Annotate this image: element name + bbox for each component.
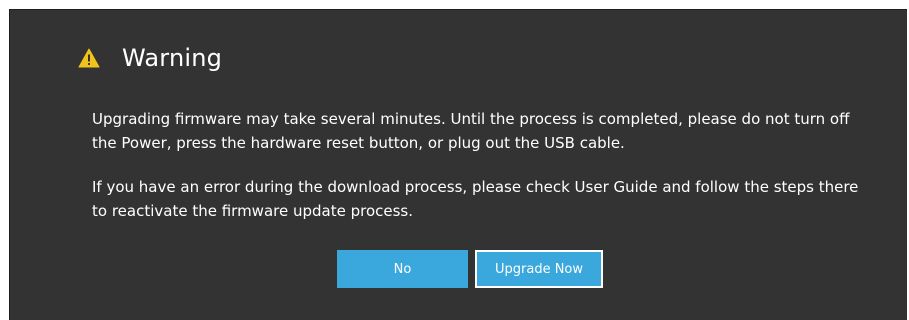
- dialog-header: Warning: [78, 44, 222, 72]
- message-paragraph-2: If you have an error during the download…: [92, 178, 859, 220]
- dialog-message: Upgrading firmware may take several minu…: [92, 107, 872, 243]
- message-paragraph-1: Upgrading firmware may take several minu…: [92, 110, 850, 152]
- warning-triangle-icon: [78, 48, 100, 68]
- no-button[interactable]: No: [337, 250, 468, 288]
- dialog-buttons: No Upgrade Now: [337, 250, 603, 288]
- upgrade-now-button[interactable]: Upgrade Now: [475, 250, 603, 288]
- dialog-title: Warning: [122, 44, 223, 72]
- warning-dialog: Warning Upgrading firmware may take seve…: [9, 9, 907, 320]
